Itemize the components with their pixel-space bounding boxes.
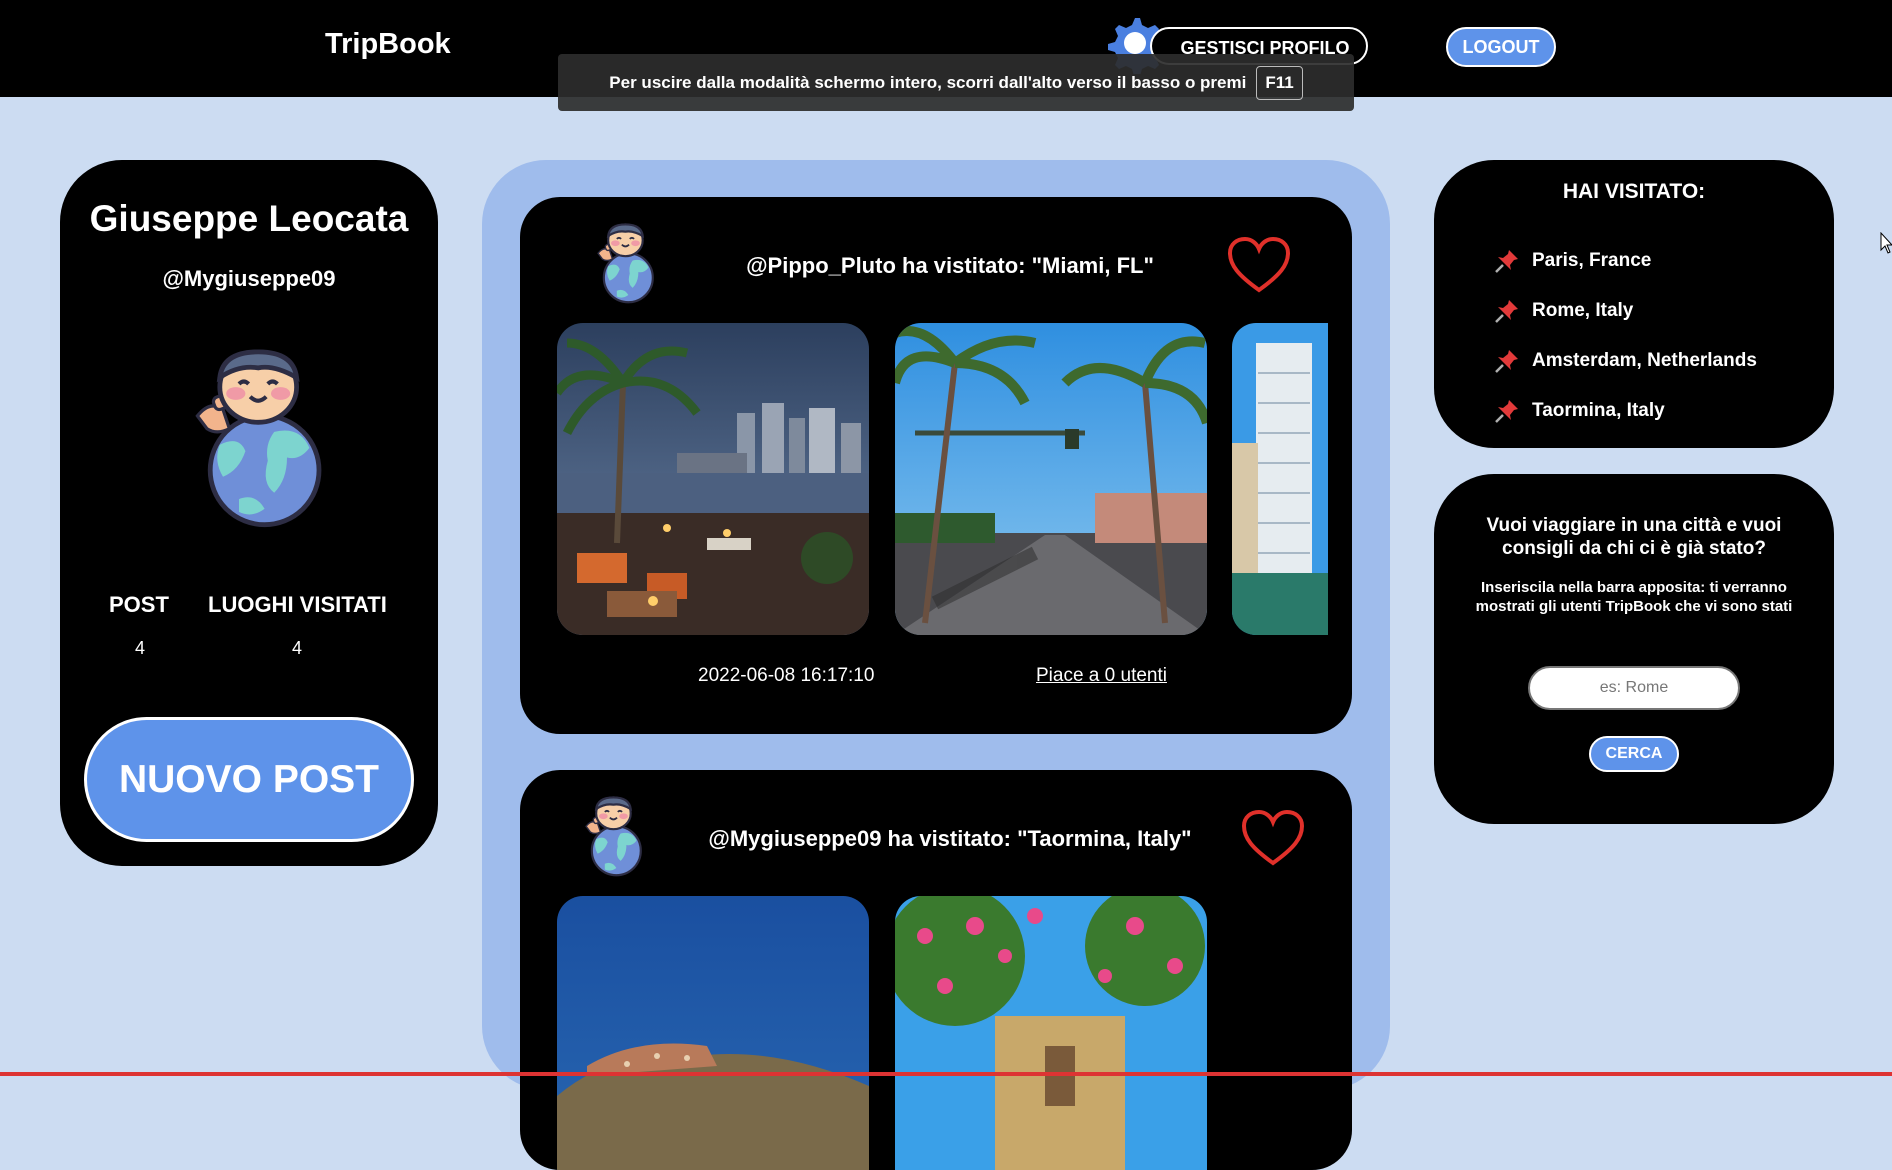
- places-count-label: LUOGHI VISITATI: [208, 592, 387, 617]
- pushpin-icon: [1494, 248, 1520, 274]
- page-bottom-border: [0, 1072, 1892, 1076]
- visited-item: Paris, France: [1494, 236, 1757, 286]
- visited-list: Paris, France Rome, Italy Amsterdam, Net…: [1494, 236, 1757, 436]
- post-title: @Mygiuseppe09 ha vistitato: "Taormina, I…: [708, 826, 1192, 851]
- search-button[interactable]: CERCA: [1589, 736, 1679, 772]
- post-count-label: POST: [109, 592, 169, 617]
- post-photo-taormina-square[interactable]: [895, 896, 1207, 1170]
- post-photo-miami-street[interactable]: [895, 323, 1207, 635]
- logout-button[interactable]: LOGOUT: [1446, 27, 1556, 67]
- places-count-value: 4: [292, 638, 303, 658]
- post-photo-miami-bayfront[interactable]: [557, 323, 869, 635]
- visited-item: Taormina, Italy: [1494, 386, 1757, 436]
- like-heart-icon[interactable]: [1226, 235, 1292, 295]
- post-photo-taormina-coast[interactable]: [557, 896, 869, 1170]
- post-likes-link[interactable]: Piace a 0 utenti: [1036, 665, 1167, 687]
- city-search-input[interactable]: [1528, 666, 1740, 710]
- pushpin-icon: [1494, 348, 1520, 374]
- pushpin-icon: [1494, 298, 1520, 324]
- post-card: @Mygiuseppe09 ha vistitato: "Taormina, I…: [520, 770, 1352, 1170]
- like-heart-icon[interactable]: [1240, 808, 1306, 868]
- visited-item: Rome, Italy: [1494, 286, 1757, 336]
- search-title: Vuoi viaggiare in una città e vuoi consi…: [1486, 515, 1782, 559]
- brand-logo[interactable]: TripBook: [325, 28, 451, 61]
- new-post-button[interactable]: NUOVO POST: [84, 717, 414, 842]
- post-photo-miami-tower[interactable]: [1232, 323, 1328, 635]
- f11-key-badge: F11: [1256, 65, 1303, 100]
- post-author-avatar-icon[interactable]: [588, 221, 660, 305]
- post-card: @Pippo_Pluto ha vistitato: "Miami, FL" 2…: [520, 197, 1352, 734]
- profile-card: Giuseppe Leocata @Mygiuseppe09 POST LUOG…: [60, 160, 438, 866]
- visited-places-card: HAI VISITATO: Paris, France Rome, Italy …: [1434, 160, 1834, 448]
- post-author-avatar-icon[interactable]: [576, 794, 648, 878]
- visited-title: HAI VISITATO:: [1562, 180, 1706, 203]
- visited-item-label: Amsterdam, Netherlands: [1532, 350, 1757, 371]
- pushpin-icon: [1494, 398, 1520, 424]
- mouse-cursor-icon: [1880, 232, 1892, 254]
- profile-handle: @Mygiuseppe09: [162, 266, 336, 291]
- visited-item-label: Taormina, Italy: [1532, 400, 1665, 421]
- visited-item-label: Rome, Italy: [1532, 300, 1634, 321]
- visited-item: Amsterdam, Netherlands: [1494, 336, 1757, 386]
- fullscreen-notice-text: Per uscire dalla modalità schermo intero…: [609, 72, 1247, 92]
- post-date: 2022-06-08 16:17:10: [698, 665, 875, 686]
- posts-feed[interactable]: @Pippo_Pluto ha vistitato: "Miami, FL" 2…: [482, 160, 1390, 1170]
- search-description: Inseriscila nella barra apposita: ti ver…: [1475, 579, 1793, 615]
- fullscreen-notice: Per uscire dalla modalità schermo intero…: [558, 54, 1354, 111]
- avatar-icon: [175, 345, 335, 530]
- visited-item-label: Paris, France: [1532, 250, 1652, 271]
- post-title: @Pippo_Pluto ha vistitato: "Miami, FL": [746, 253, 1154, 278]
- profile-name: Giuseppe Leocata: [89, 198, 409, 239]
- post-count-value: 4: [135, 638, 146, 658]
- city-search-card: Vuoi viaggiare in una città e vuoi consi…: [1434, 474, 1834, 824]
